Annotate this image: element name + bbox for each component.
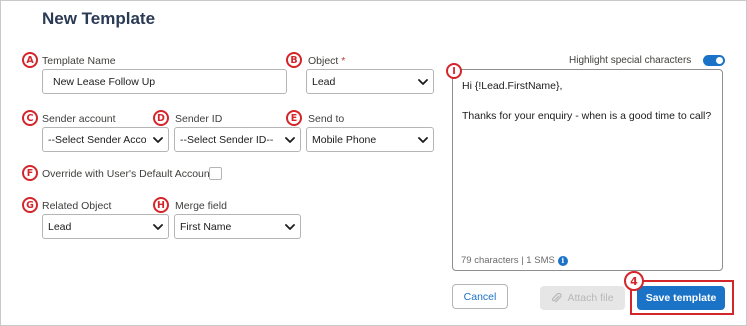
- related-object-label: Related Object: [42, 200, 112, 212]
- template-name-input[interactable]: New Lease Follow Up: [42, 69, 287, 94]
- marker-g: G: [22, 197, 38, 213]
- merge-field-select[interactable]: First Name: [174, 214, 301, 239]
- object-select[interactable]: Lead: [306, 69, 434, 94]
- cancel-button[interactable]: Cancel: [452, 284, 508, 309]
- marker-i: I: [446, 63, 462, 79]
- sender-id-select[interactable]: --Select Sender ID--: [174, 127, 301, 152]
- message-textarea[interactable]: [452, 69, 723, 271]
- step-marker-4: 4: [624, 271, 644, 291]
- sender-account-select-value: --Select Sender Account--: [48, 133, 146, 146]
- required-asterisk: *: [341, 55, 346, 67]
- send-to-select[interactable]: Mobile Phone: [306, 127, 434, 152]
- chevron-down-icon: [285, 136, 295, 143]
- attach-file-button[interactable]: Attach file: [540, 286, 625, 310]
- marker-d: D: [153, 110, 169, 126]
- highlight-special-characters-label: Highlight special characters: [569, 55, 692, 66]
- sender-id-label: Sender ID: [175, 113, 223, 125]
- override-checkbox[interactable]: [209, 167, 222, 180]
- info-icon[interactable]: i: [557, 255, 568, 266]
- object-select-value: Lead: [312, 75, 336, 88]
- override-label: Override with User's Default Account:: [42, 168, 216, 180]
- marker-a: A: [22, 52, 38, 68]
- object-label: Object *: [308, 55, 346, 67]
- marker-h: H: [153, 197, 169, 213]
- marker-e: E: [286, 110, 302, 126]
- chevron-down-icon: [418, 78, 428, 85]
- save-template-button[interactable]: Save template: [637, 286, 725, 310]
- character-counter: 79 characters | 1 SMS i: [461, 255, 568, 266]
- message-line-2: Thanks for your enquiry - when is a good…: [462, 110, 712, 122]
- related-object-select[interactable]: Lead: [42, 214, 169, 239]
- merge-field-label: Merge field: [175, 200, 227, 212]
- send-to-label: Send to: [308, 113, 345, 125]
- message-line-1: Hi {!Lead.FirstName},: [462, 80, 563, 92]
- chevron-down-icon: [418, 136, 428, 143]
- character-counter-text: 79 characters | 1 SMS: [461, 255, 555, 266]
- marker-b: B: [286, 52, 302, 68]
- sender-account-label: Sender account: [42, 113, 116, 125]
- merge-field-select-value: First Name: [180, 220, 232, 233]
- attach-file-label: Attach file: [567, 292, 614, 304]
- highlight-toggle[interactable]: [703, 55, 725, 66]
- paperclip-icon: [552, 292, 562, 302]
- chevron-down-icon: [153, 136, 163, 143]
- template-name-label: Template Name: [42, 55, 116, 67]
- chevron-down-icon: [285, 223, 295, 230]
- send-to-select-value: Mobile Phone: [312, 133, 377, 146]
- marker-f: F: [22, 165, 38, 181]
- marker-c: C: [22, 110, 38, 126]
- sender-account-select[interactable]: --Select Sender Account--: [42, 127, 169, 152]
- chevron-down-icon: [153, 223, 163, 230]
- sender-id-select-value: --Select Sender ID--: [180, 133, 274, 146]
- related-object-select-value: Lead: [48, 220, 72, 233]
- page-title: New Template: [42, 9, 156, 28]
